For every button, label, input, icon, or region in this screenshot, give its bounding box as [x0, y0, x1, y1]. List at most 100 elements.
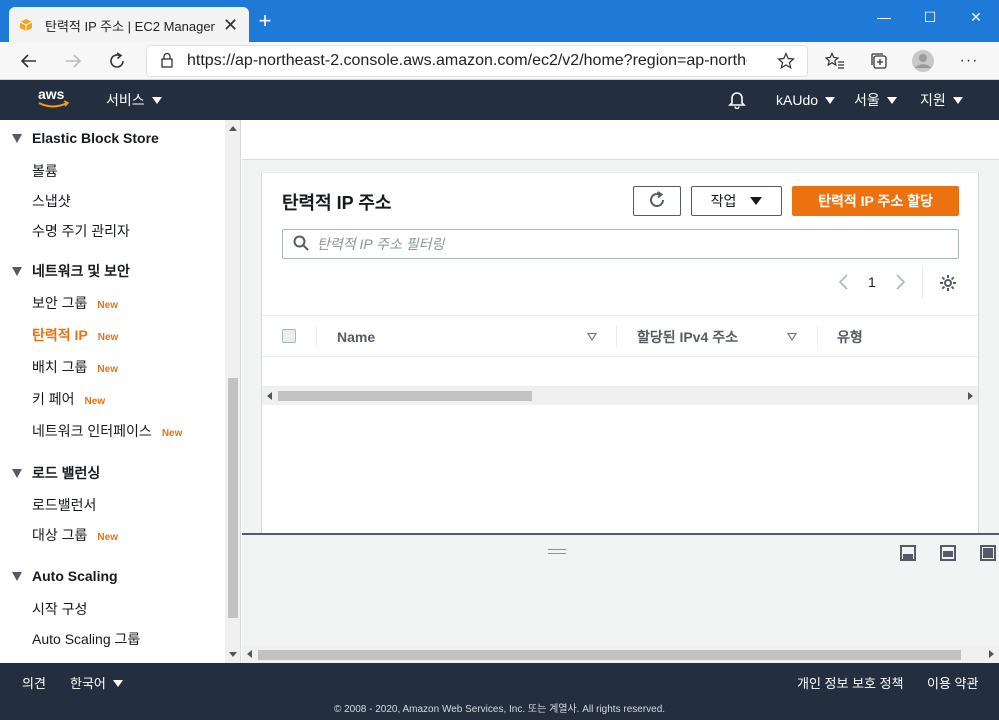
minimize-button[interactable]: —: [861, 5, 907, 29]
column-header-ipv4[interactable]: 할당된 IPv4 주소: [637, 316, 738, 358]
services-label: 서비스: [106, 92, 145, 108]
account-label: kAUdo: [776, 92, 819, 108]
filter-search[interactable]: [282, 229, 959, 259]
terms-link[interactable]: 이용 약관: [927, 673, 978, 692]
sidebar-item-snapshots[interactable]: 스냅샷: [32, 191, 71, 211]
sidebar-item-target-groups[interactable]: 대상 그룹 New: [32, 525, 118, 545]
next-page-icon[interactable]: [895, 273, 907, 294]
caret-down-icon: [12, 267, 22, 276]
page-title: 탄력적 IP 주소: [282, 193, 392, 213]
tab-title: 탄력적 IP 주소 | EC2 Management Console: [45, 18, 215, 34]
support-label: 지원: [920, 92, 946, 108]
chevron-down-icon: [750, 197, 763, 205]
scroll-left-icon[interactable]: [267, 392, 272, 400]
sort-icon[interactable]: [587, 333, 597, 341]
language-selector[interactable]: 한국어: [70, 673, 123, 692]
main-hscrollbar[interactable]: [242, 646, 999, 663]
scrollbar-thumb[interactable]: [228, 378, 238, 618]
split-full-icon[interactable]: [980, 545, 996, 561]
privacy-link[interactable]: 개인 정보 보호 정책: [797, 673, 904, 692]
scroll-up-icon[interactable]: [229, 126, 237, 131]
services-menu[interactable]: 서비스: [106, 80, 162, 120]
copyright-text: © 2008 - 2020, Amazon Web Services, Inc.…: [333, 704, 666, 715]
sidebar-item-launch-configurations[interactable]: 시작 구성: [32, 599, 87, 619]
select-all-checkbox[interactable]: [282, 329, 296, 343]
sidebar-section-load-balancing[interactable]: 로드 밸런싱: [12, 463, 100, 483]
actions-button[interactable]: 작업: [691, 186, 782, 216]
sidebar-item-security-groups[interactable]: 보안 그룹 New: [32, 293, 118, 313]
scroll-left-icon[interactable]: [247, 650, 252, 658]
resize-handle-icon[interactable]: [548, 549, 566, 554]
sidebar-item-volumes[interactable]: 볼륨: [32, 161, 58, 181]
page-number[interactable]: 1: [868, 274, 876, 290]
sidebar-section-auto-scaling[interactable]: Auto Scaling: [12, 568, 118, 584]
column-header-type[interactable]: 유형: [837, 316, 863, 358]
support-menu[interactable]: 지원: [920, 80, 963, 120]
aws-logo[interactable]: aws: [36, 86, 72, 115]
divider: [922, 266, 923, 298]
chevron-down-icon: [825, 97, 836, 104]
actions-label: 작업: [710, 193, 737, 209]
feedback-link[interactable]: 의견: [22, 673, 46, 692]
sidebar-item-lifecycle-manager[interactable]: 수명 주기 관리자: [32, 221, 130, 241]
filter-input[interactable]: [317, 236, 917, 252]
column-header-name[interactable]: Name: [337, 316, 375, 358]
refresh-button[interactable]: [633, 186, 681, 216]
aws-cube-icon: [19, 18, 33, 32]
sidebar-item-placement-groups[interactable]: 배치 그룹 New: [32, 357, 118, 377]
new-badge: New: [97, 532, 118, 543]
scroll-right-icon[interactable]: [968, 392, 973, 400]
scroll-right-icon[interactable]: [989, 650, 994, 658]
split-bottom-icon[interactable]: [900, 545, 916, 561]
prev-page-icon[interactable]: [837, 273, 849, 294]
favorite-star-icon[interactable]: [777, 52, 795, 73]
split-middle-icon[interactable]: [940, 545, 956, 561]
browser-titlebar: 탄력적 IP 주소 | EC2 Management Console ✕ + —…: [0, 0, 999, 43]
new-badge: New: [97, 364, 118, 375]
chevron-down-icon: [151, 97, 162, 104]
column-divider: [817, 326, 818, 348]
sidebar-item-load-balancers[interactable]: 로드밸런서: [32, 495, 96, 515]
sidebar-scrollbar[interactable]: [225, 120, 240, 663]
collections-icon[interactable]: [866, 48, 892, 74]
sidebar-item-elastic-ips[interactable]: 탄력적 IP New: [32, 325, 118, 345]
refresh-icon[interactable]: [104, 48, 130, 74]
new-tab-button[interactable]: +: [253, 9, 277, 33]
profile-avatar[interactable]: [910, 48, 936, 74]
back-arrow-icon[interactable]: [16, 48, 42, 74]
scroll-down-icon[interactable]: [229, 652, 237, 657]
aws-navbar: aws 서비스 kAUdo 서울 지원: [0, 80, 999, 120]
table-header: Name 할당된 IPv4 주소 유형: [262, 315, 978, 357]
search-icon: [293, 235, 309, 254]
account-menu[interactable]: kAUdo: [776, 80, 836, 120]
chevron-down-icon: [886, 97, 897, 104]
browser-tab[interactable]: 탄력적 IP 주소 | EC2 Management Console ✕: [9, 7, 249, 43]
caret-down-icon: [12, 134, 22, 143]
forward-arrow-icon[interactable]: [60, 48, 86, 74]
table-empty-row: [262, 357, 978, 387]
bell-icon[interactable]: [727, 89, 747, 111]
table-hscrollbar[interactable]: [262, 387, 978, 405]
sidebar-section-network-security[interactable]: 네트워크 및 보안: [12, 261, 130, 281]
allocate-elastic-ip-button[interactable]: 탄력적 IP 주소 할당: [792, 186, 959, 216]
sidebar-item-network-interfaces[interactable]: 네트워크 인터페이스 New: [32, 421, 182, 441]
sidebar-item-key-pairs[interactable]: 키 페어 New: [32, 389, 105, 409]
chevron-down-icon: [112, 680, 123, 687]
address-bar[interactable]: https://ap-northeast-2.console.aws.amazo…: [146, 45, 808, 77]
scrollbar-thumb[interactable]: [278, 391, 532, 401]
lock-icon: [161, 52, 173, 71]
sidebar-section-ebs[interactable]: Elastic Block Store: [12, 130, 159, 146]
sidebar-item-auto-scaling-groups[interactable]: Auto Scaling 그룹: [32, 629, 140, 649]
gear-icon[interactable]: [939, 274, 957, 295]
region-menu[interactable]: 서울: [854, 80, 897, 120]
tab-close-icon[interactable]: ✕: [223, 15, 238, 36]
favorites-list-icon[interactable]: [822, 48, 848, 74]
sort-icon[interactable]: [787, 333, 797, 341]
scrollbar-thumb[interactable]: [258, 650, 961, 660]
url-text: https://ap-northeast-2.console.aws.amazo…: [187, 52, 747, 69]
close-window-button[interactable]: ✕: [953, 5, 999, 29]
caret-down-icon: [12, 572, 22, 581]
maximize-button[interactable]: ☐: [907, 5, 953, 29]
refresh-icon: [648, 190, 666, 212]
more-menu-icon[interactable]: ···: [956, 48, 982, 74]
